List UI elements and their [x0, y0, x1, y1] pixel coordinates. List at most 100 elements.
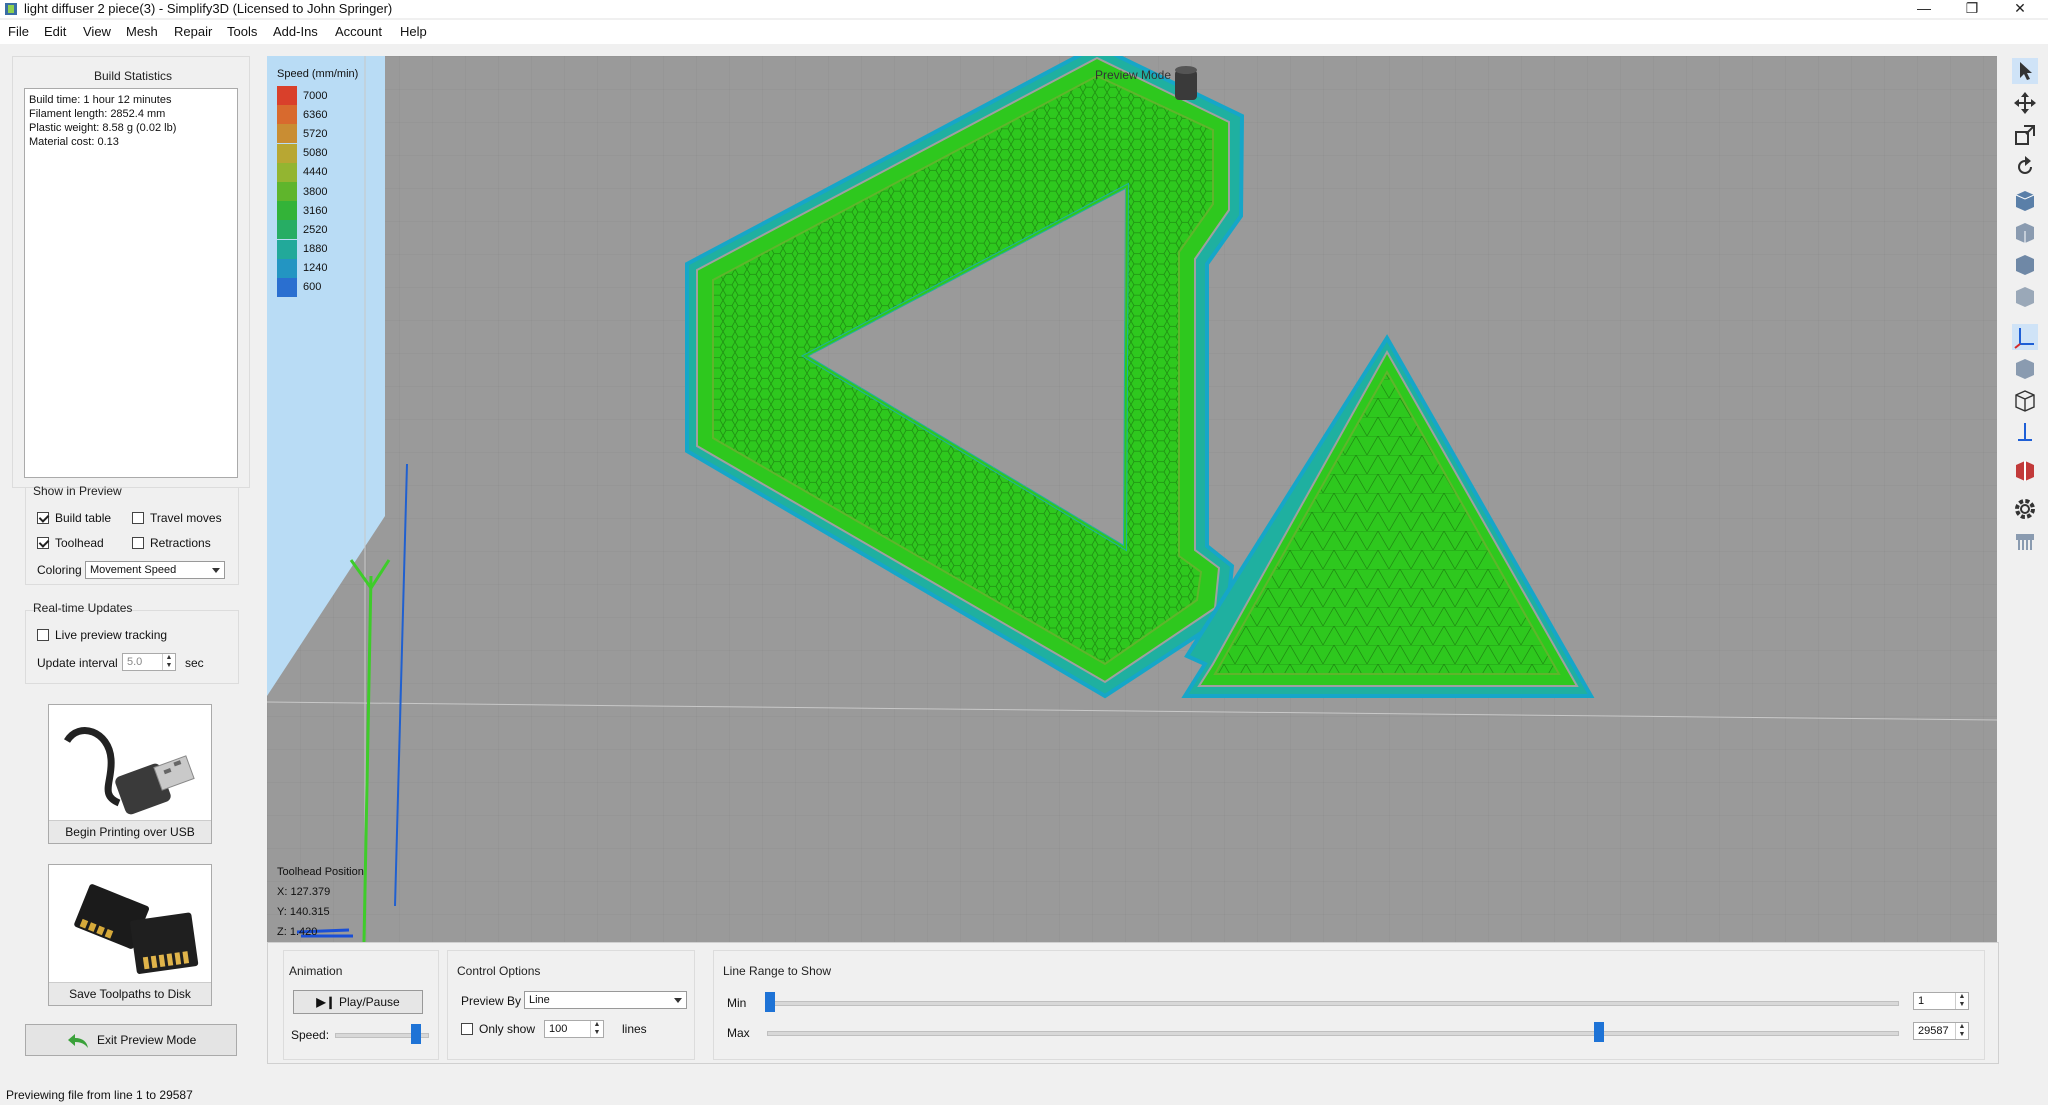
animation-speed-thumb[interactable]	[411, 1024, 421, 1044]
move-icon[interactable]	[2012, 90, 2038, 116]
menu-file[interactable]: File	[8, 24, 29, 39]
menu-bar: File Edit View Mesh Repair Tools Add-Ins…	[0, 20, 2048, 44]
save-toolpaths-button[interactable]: Save Toolpaths to Disk	[48, 864, 212, 1006]
update-interval-unit: sec	[185, 656, 204, 670]
build-table-checkbox[interactable]	[37, 512, 49, 524]
axes-icon[interactable]	[2012, 324, 2038, 350]
line-range-title: Line Range to Show	[723, 964, 832, 978]
menu-view[interactable]: View	[83, 24, 111, 39]
speed-legend-value: 3160	[303, 204, 328, 217]
travel-moves-checkbox[interactable]	[132, 512, 144, 524]
coloring-label: Coloring	[37, 563, 82, 577]
back-arrow-icon	[67, 1033, 88, 1048]
exit-preview-mode-button[interactable]: Exit Preview Mode	[25, 1024, 237, 1056]
build-time: Build time: 1 hour 12 minutes	[29, 94, 172, 106]
cross-section-icon[interactable]	[2012, 458, 2038, 484]
speed-legend-row: 3800	[277, 182, 358, 202]
line-range-max-value: 29587	[1918, 1025, 1949, 1037]
select-icon[interactable]	[2012, 58, 2038, 84]
support-icon[interactable]	[2012, 528, 2038, 554]
speed-legend-swatch	[277, 277, 297, 297]
scale-icon[interactable]	[2012, 122, 2038, 148]
spin-arrows-icon[interactable]: ▲ ▼	[162, 654, 175, 670]
menu-help[interactable]: Help	[400, 24, 427, 39]
spin-arrows-icon[interactable]: ▲ ▼	[590, 1021, 603, 1037]
spin-arrows-icon[interactable]: ▲ ▼	[1955, 993, 1968, 1009]
menu-tools[interactable]: Tools	[227, 24, 257, 39]
preview-mode-label: Preview Mode	[1095, 68, 1172, 82]
preview-by-label: Preview By	[461, 994, 522, 1008]
menu-add-ins[interactable]: Add-Ins	[273, 24, 318, 39]
menu-edit[interactable]: Edit	[44, 24, 66, 39]
speed-legend-value: 1880	[303, 243, 328, 256]
line-range-min-track[interactable]	[767, 1001, 1899, 1006]
play-pause-button[interactable]: ▶❙ Play/Pause	[293, 990, 423, 1014]
line-range-max-track[interactable]	[767, 1031, 1899, 1036]
menu-repair[interactable]: Repair	[174, 24, 212, 39]
only-show-checkbox[interactable]	[461, 1023, 473, 1035]
viewport-canvas[interactable]	[267, 56, 1997, 942]
speed-legend-row: 600	[277, 277, 358, 297]
menu-mesh[interactable]: Mesh	[126, 24, 158, 39]
speed-legend-swatch	[277, 162, 297, 182]
window-title: light diffuser 2 piece(3) - Simplify3D (…	[24, 1, 393, 16]
line-range-min-spinbox[interactable]: 1 ▲ ▼	[1913, 992, 1969, 1010]
realtime-updates-title: Real-time Updates	[33, 601, 133, 615]
preview-by-select[interactable]: Line	[524, 991, 687, 1009]
only-show-value: 100	[549, 1023, 568, 1035]
usb-cable-icon	[64, 727, 195, 815]
save-toolpaths-label: Save Toolpaths to Disk	[49, 982, 211, 1005]
simplify3d-app-icon	[5, 3, 17, 15]
line-range-max-label: Max	[727, 1026, 750, 1040]
toolhead-x: X: 127.379	[277, 886, 331, 898]
realtime-updates-group	[25, 610, 239, 684]
view-top-icon[interactable]	[2012, 188, 2038, 214]
speed-legend-value: 600	[303, 281, 322, 294]
line-range-min-value: 1	[1918, 995, 1925, 1007]
speed-legend-row: 1240	[277, 258, 358, 278]
view-front-icon[interactable]	[2012, 220, 2038, 246]
view-side-icon[interactable]	[2012, 252, 2038, 278]
speed-legend-value: 3800	[303, 185, 328, 198]
speed-legend-swatch	[277, 86, 297, 106]
begin-printing-usb-button[interactable]: Begin Printing over USB	[48, 704, 212, 844]
speed-legend-value: 2520	[303, 223, 328, 236]
toolhead-checkbox[interactable]	[37, 537, 49, 549]
line-range-min-thumb[interactable]	[765, 992, 775, 1012]
menu-account[interactable]: Account	[335, 24, 382, 39]
preview-viewport[interactable]: Preview Mode Speed (mm/min) 7000 6360 5720…	[267, 56, 1997, 942]
rotate-icon[interactable]	[2012, 154, 2038, 180]
retractions-label: Retractions	[150, 536, 211, 550]
speed-legend-swatch	[277, 182, 297, 202]
speed-legend-row: 3160	[277, 201, 358, 221]
status-text: Previewing file from line 1 to 29587	[6, 1088, 193, 1102]
toolpath-icon[interactable]	[2012, 420, 2038, 446]
retractions-checkbox[interactable]	[132, 537, 144, 549]
update-interval-spinbox[interactable]: 5.0 ▲ ▼	[122, 653, 176, 671]
live-preview-checkbox[interactable]	[37, 629, 49, 641]
speed-legend-row: 5720	[277, 124, 358, 144]
toolhead-position-title: Toolhead Position	[277, 866, 364, 878]
close-button[interactable]: ✕	[2000, 0, 2040, 18]
line-range-max-spinbox[interactable]: 29587 ▲ ▼	[1913, 1022, 1969, 1040]
line-range-max-thumb[interactable]	[1594, 1022, 1604, 1042]
chevron-down-icon	[674, 998, 682, 1003]
minimize-button[interactable]: —	[1904, 0, 1944, 18]
view-iso-icon[interactable]	[2012, 284, 2038, 310]
speed-legend-row: 2520	[277, 220, 358, 240]
speed-legend: Speed (mm/min) 7000 6360 5720 5080 4440 3800 3…	[277, 68, 358, 297]
speed-legend-swatch	[277, 239, 297, 259]
restore-button[interactable]: ❐	[1952, 0, 1992, 18]
speed-legend-entries: 7000 6360 5720 5080 4440 3800 3160 2520 1880 1240…	[277, 86, 358, 297]
animation-speed-label: Speed:	[291, 1028, 330, 1042]
wireframe-cube-icon[interactable]	[2012, 388, 2038, 414]
show-in-preview-title: Show in Preview	[33, 484, 122, 498]
settings-gear-icon[interactable]	[2012, 496, 2038, 522]
speed-legend-swatch	[277, 124, 297, 144]
update-interval-value: 5.0	[127, 656, 143, 668]
only-show-spinbox[interactable]: 100 ▲ ▼	[544, 1020, 604, 1038]
solid-cube-icon[interactable]	[2012, 356, 2038, 382]
spin-arrows-icon[interactable]: ▲ ▼	[1955, 1023, 1968, 1039]
coloring-select[interactable]: Movement Speed	[85, 561, 225, 579]
toolhead-nozzle	[1175, 66, 1197, 100]
